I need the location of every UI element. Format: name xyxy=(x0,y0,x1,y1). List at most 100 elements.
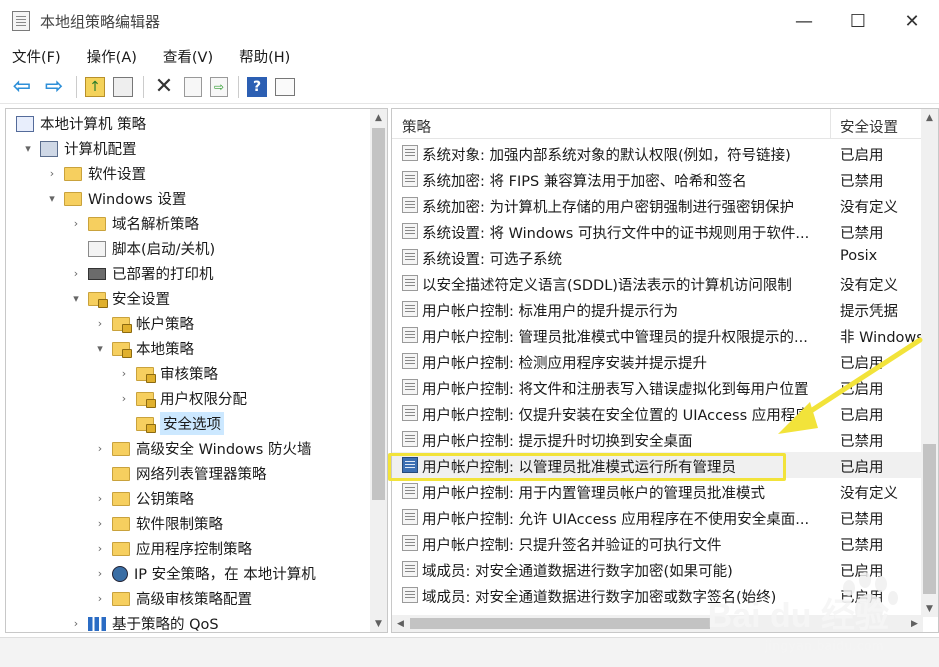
list-hscroll-thumb[interactable] xyxy=(410,618,710,629)
collapsed-chevron-icon[interactable]: › xyxy=(92,542,108,555)
policy-row[interactable]: 系统设置: 将 Windows 可执行文件中的证书规则用于软件... 已禁用 xyxy=(392,218,923,244)
sort-indicator-icon: ^ xyxy=(606,108,615,116)
annotation-arrow-icon xyxy=(778,337,923,434)
collapsed-chevron-icon[interactable]: › xyxy=(92,517,108,530)
list-scroll-down-button[interactable]: ▼ xyxy=(921,600,938,617)
list-scroll-left-button[interactable]: ◀ xyxy=(392,615,409,632)
collapsed-chevron-icon[interactable]: › xyxy=(92,592,108,605)
tree-item[interactable]: 脚本(启动/关机) xyxy=(68,236,215,261)
tree-item-label: 公钥策略 xyxy=(136,492,194,508)
tree-item[interactable]: ▾ 安全设置 xyxy=(68,286,170,311)
tree-item[interactable]: › 软件设置 xyxy=(44,161,146,186)
policy-name: 系统设置: 将 Windows 可执行文件中的证书规则用于软件... xyxy=(422,226,810,242)
tree-item[interactable]: 网络列表管理器策略 xyxy=(92,461,267,486)
view-pane-icon[interactable] xyxy=(275,77,295,96)
column-header-policy[interactable]: 策略 xyxy=(402,116,431,137)
maximize-button[interactable]: ☐ xyxy=(831,0,885,42)
tree-item[interactable]: › 已部署的打印机 xyxy=(68,261,214,286)
forward-arrow-icon[interactable]: ⇨ xyxy=(42,74,66,99)
menu-help[interactable]: 帮助(H) xyxy=(239,46,290,67)
security-folder-icon xyxy=(112,316,132,333)
folder-icon xyxy=(112,441,130,456)
list-scroll-right-button[interactable]: ▶ xyxy=(906,615,923,632)
policy-row[interactable]: 系统设置: 可选子系统 Posix xyxy=(392,244,923,270)
collapsed-chevron-icon[interactable]: › xyxy=(116,367,132,380)
computer-icon xyxy=(40,140,58,157)
back-arrow-icon[interactable]: ⇦ xyxy=(10,74,34,99)
collapsed-chevron-icon[interactable]: › xyxy=(68,617,84,630)
tree-item[interactable]: 安全选项 xyxy=(116,411,224,436)
tree-scroll-down-button[interactable]: ▼ xyxy=(370,615,387,632)
policy-security-setting: 没有定义 xyxy=(840,278,898,294)
tree-item[interactable]: 本地计算机 策略 xyxy=(12,111,146,136)
collapsed-chevron-icon[interactable]: › xyxy=(116,392,132,405)
policy-name: 用户帐户控制: 只提升签名并验证的可执行文件 xyxy=(422,538,722,554)
window-controls: — ☐ ✕ xyxy=(777,0,939,42)
up-one-level-icon[interactable]: ↑ xyxy=(85,76,105,97)
properties-icon[interactable] xyxy=(184,76,202,97)
list-scroll-up-button[interactable]: ▲ xyxy=(921,109,938,126)
tree-scroll-up-button[interactable]: ▲ xyxy=(370,109,387,126)
tree-item[interactable]: › 域名解析策略 xyxy=(68,211,199,236)
tree-item[interactable]: › 帐户策略 xyxy=(92,311,194,336)
tree-scroll-thumb[interactable] xyxy=(372,128,385,500)
tree-item-label: 高级审核策略配置 xyxy=(136,592,252,608)
collapsed-chevron-icon[interactable]: › xyxy=(68,267,84,280)
expanded-chevron-icon[interactable]: ▾ xyxy=(68,292,84,305)
policy-setting-icon xyxy=(402,223,418,239)
policy-row[interactable]: 用户帐户控制: 只提升签名并验证的可执行文件 已禁用 xyxy=(392,530,923,556)
tree-vertical-scrollbar[interactable]: ▲ ▼ xyxy=(370,109,387,632)
policy-row[interactable]: 用户帐户控制: 允许 UIAccess 应用程序在不使用安全桌面... 已禁用 xyxy=(392,504,923,530)
menu-file[interactable]: 文件(F) xyxy=(12,46,61,67)
folder-icon xyxy=(112,491,130,506)
list-scroll-thumb[interactable] xyxy=(923,444,936,594)
column-divider[interactable] xyxy=(830,109,831,139)
toolbar-separator xyxy=(76,75,77,98)
tree-item[interactable]: ▾ Windows 设置 xyxy=(44,186,186,211)
export-list-icon[interactable]: ⇨ xyxy=(210,76,228,97)
help-icon[interactable]: ? xyxy=(247,76,267,97)
printer-icon xyxy=(88,267,106,280)
collapsed-chevron-icon[interactable]: › xyxy=(92,442,108,455)
tree-item[interactable]: › 用户权限分配 xyxy=(116,386,247,411)
tree-item[interactable]: › 软件限制策略 xyxy=(92,511,223,536)
minimize-button[interactable]: — xyxy=(777,0,831,42)
policy-setting-icon xyxy=(402,483,418,499)
tree-item[interactable]: ▾ 本地策略 xyxy=(92,336,194,361)
folder-icon xyxy=(112,541,130,556)
tree-item[interactable]: › 应用程序控制策略 xyxy=(92,536,252,561)
collapsed-chevron-icon[interactable]: › xyxy=(92,492,108,505)
delete-icon[interactable]: ✕ xyxy=(152,74,176,99)
policy-row[interactable]: 用户帐户控制: 用于内置管理员帐户的管理员批准模式 没有定义 xyxy=(392,478,923,504)
tree-item[interactable]: › 高级审核策略配置 xyxy=(92,586,252,611)
tree-item[interactable]: › IP 安全策略，在 本地计算机 xyxy=(92,561,316,586)
expanded-chevron-icon[interactable]: ▾ xyxy=(20,142,36,155)
tree-item-label: 软件限制策略 xyxy=(136,517,223,533)
tree-item[interactable]: ▾ 计算机配置 xyxy=(20,136,137,161)
policy-row[interactable]: 用户帐户控制: 标准用户的提升提示行为 提示凭据 xyxy=(392,296,923,322)
policy-row[interactable]: 以安全描述符定义语言(SDDL)语法表示的计算机访问限制 没有定义 xyxy=(392,270,923,296)
show-hide-tree-icon[interactable] xyxy=(113,76,133,97)
tree-item[interactable]: › 高级安全 Windows 防火墙 xyxy=(92,436,311,461)
tree-item[interactable]: › 公钥策略 xyxy=(92,486,194,511)
collapsed-chevron-icon[interactable]: › xyxy=(92,567,108,580)
policy-row[interactable]: 系统加密: 将 FIPS 兼容算法用于加密、哈希和签名 已禁用 xyxy=(392,166,923,192)
collapsed-chevron-icon[interactable]: › xyxy=(92,317,108,330)
policy-name: 系统加密: 为计算机上存储的用户密钥强制进行强密钥保护 xyxy=(422,200,794,216)
close-button[interactable]: ✕ xyxy=(885,0,939,42)
policy-row[interactable]: 系统对象: 加强内部系统对象的默认权限(例如，符号链接) 已启用 xyxy=(392,140,923,166)
tree-item[interactable]: › 基于策略的 QoS xyxy=(68,611,219,632)
tree-item-label: 本地策略 xyxy=(136,342,194,358)
policy-security-setting: 已禁用 xyxy=(840,512,884,528)
policy-setting-icon xyxy=(402,431,418,447)
collapsed-chevron-icon[interactable]: › xyxy=(68,217,84,230)
expanded-chevron-icon[interactable]: ▾ xyxy=(92,342,108,355)
column-header-security-setting[interactable]: 安全设置 xyxy=(840,116,898,137)
menu-action[interactable]: 操作(A) xyxy=(87,46,137,67)
expanded-chevron-icon[interactable]: ▾ xyxy=(44,192,60,205)
menu-view[interactable]: 查看(V) xyxy=(163,46,213,67)
policy-row[interactable]: 系统加密: 为计算机上存储的用户密钥强制进行强密钥保护 没有定义 xyxy=(392,192,923,218)
collapsed-chevron-icon[interactable]: › xyxy=(44,167,60,180)
tree-item[interactable]: › 审核策略 xyxy=(116,361,218,386)
security-folder-icon xyxy=(136,391,156,408)
